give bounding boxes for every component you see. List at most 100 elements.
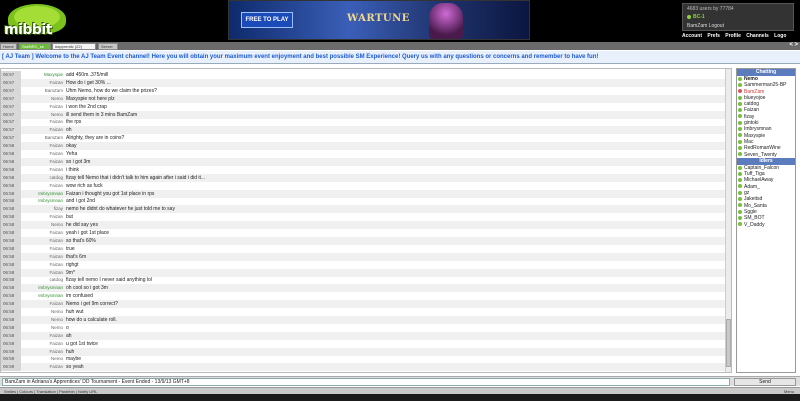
user-status-icon <box>738 120 742 125</box>
idlers-header: Idlers <box>737 157 795 165</box>
chat-row: 06:58 Nemo huh wut <box>1 308 725 316</box>
tab-home[interactable]: Home <box>0 43 17 50</box>
chat-nick[interactable]: Faizan <box>21 229 63 237</box>
user-list-item[interactable]: V_Daddy <box>737 222 795 228</box>
chat-message: that's 6m <box>66 253 87 260</box>
chat-message: Maxyspie not here plz <box>66 95 115 102</box>
chat-nick[interactable]: Faizan <box>21 332 63 340</box>
chat-nick[interactable]: Faizan <box>21 150 63 158</box>
nav-logo[interactable]: Logo <box>774 33 786 39</box>
chat-message: i won the 2nd crap <box>66 103 107 110</box>
chat-nick[interactable]: Faizan <box>21 126 63 134</box>
nav-profile[interactable]: Profile <box>725 33 741 39</box>
chat-row: 06:57 BamZam Uhm Nemo, how do we claim the… <box>1 86 725 95</box>
chat-nick[interactable]: Faizan <box>21 237 63 245</box>
chat-nick[interactable]: fizay <box>21 205 63 213</box>
chat-nick[interactable]: Faizan <box>21 348 63 356</box>
nav-prefs[interactable]: Prefs <box>707 33 720 39</box>
chat-row: 06:58 Faizan 9m* <box>1 268 725 277</box>
chat-timestamp: 06:58 <box>1 236 21 245</box>
chat-row: 06:57 Nemo ill send them in 3 mins BamZam <box>1 110 725 119</box>
chat-message: 9m* <box>66 269 75 276</box>
chat-nick[interactable]: Nemo <box>21 316 63 324</box>
chat-row: 06:58 Imbrysmnan oh cool so i got 3m <box>1 284 725 293</box>
chat-timestamp: 06:58 <box>1 260 21 269</box>
chat-nick[interactable]: Faizan <box>21 103 63 111</box>
user-name: MichaelAway <box>744 177 774 184</box>
chat-nick[interactable]: Imbrysmnan <box>21 197 63 205</box>
mibbit-logo[interactable]: mibbit <box>0 0 80 42</box>
chat-message: nemo he didnt do whatever he just told m… <box>66 206 175 213</box>
chat-nick[interactable]: Nemo <box>21 324 63 332</box>
chat-message: okay <box>66 143 77 150</box>
chat-nick[interactable]: Nemo <box>21 111 63 119</box>
tab-server[interactable]: Server <box>98 43 118 50</box>
chat-message: i think <box>66 166 80 173</box>
chat-nick[interactable]: Imbrysmnan <box>21 190 63 198</box>
chat-nick[interactable]: BamZam <box>21 87 63 95</box>
chat-message: oh <box>66 127 72 134</box>
chat-row: 06:58 Faizan yeah i got 1st place <box>1 229 725 237</box>
nav-channels[interactable]: Channels <box>746 33 769 39</box>
user-status-icon <box>738 82 742 87</box>
chat-nick[interactable]: Faizan <box>21 253 63 261</box>
user-name: Seven_Twenty <box>744 151 777 158</box>
tab-channel[interactable]: #apprentic (22) <box>52 43 96 50</box>
ad-character-image <box>429 3 463 39</box>
user-name: Jakeitsd <box>744 196 763 203</box>
chat-nick[interactable]: Nemo <box>21 221 63 229</box>
chat-message: so yeah <box>66 364 84 371</box>
chat-nick[interactable]: catdog <box>21 174 63 182</box>
chat-nick[interactable]: Faizan <box>21 182 63 190</box>
user-status-icon <box>738 108 742 113</box>
user-status-icon <box>738 171 742 176</box>
chat-scrollbar-thumb[interactable] <box>726 319 731 367</box>
chat-message: Nemo i get 9m correct? <box>66 301 118 308</box>
chat-timestamp: 06:58 <box>1 276 21 285</box>
message-input[interactable]: BamZam in Adriana's Apprentices' DD Tour… <box>2 378 730 386</box>
chat-nick[interactable]: Maxyspie <box>21 71 63 79</box>
top-header: mibbit FREE TO PLAY WARTUNE 4683 users b… <box>0 0 800 42</box>
user-status-icon <box>738 101 742 106</box>
chat-nick[interactable]: Faizan <box>21 245 63 253</box>
user-name: Maxyspie <box>744 132 766 139</box>
chat-nick[interactable]: Faizan <box>21 158 63 166</box>
bottom-bar <box>0 394 800 401</box>
chat-scrollbar[interactable] <box>725 69 731 372</box>
send-button[interactable]: Send <box>734 378 796 386</box>
tab-scroll-arrows[interactable]: < > <box>789 42 798 48</box>
nav-account[interactable]: Account <box>682 33 702 39</box>
chat-nick[interactable]: Faizan <box>21 79 63 87</box>
chat-timestamp: 06:58 <box>1 165 21 174</box>
chat-nick[interactable]: Faizan <box>21 340 63 348</box>
chat-nick[interactable]: Faizan <box>21 213 63 221</box>
chat-nick[interactable]: Nemo <box>21 95 63 103</box>
chat-nick[interactable]: catdog <box>21 276 63 284</box>
chat-nick[interactable]: Imbrysmnan <box>21 292 63 300</box>
chat-nick[interactable]: Faizan <box>21 166 63 174</box>
ad-banner[interactable]: FREE TO PLAY WARTUNE <box>228 0 530 40</box>
chat-nick[interactable]: Faizan <box>21 261 63 269</box>
chat-nick[interactable]: Nemo <box>21 355 63 363</box>
chat-message: so i got 3m <box>66 158 91 165</box>
chat-row: 06:58 Faizan Nemo i get 9m correct? <box>1 300 725 309</box>
chat-row: 06:59 Faizan so yeah <box>1 363 725 372</box>
chat-nick[interactable]: Faizan <box>21 118 63 126</box>
ad-free-to-play-button[interactable]: FREE TO PLAY <box>241 12 293 28</box>
chat-timestamp: 06:58 <box>1 252 21 261</box>
chat-nick[interactable]: Faizan <box>21 269 63 277</box>
chat-nick[interactable]: Imbrysmnan <box>21 284 63 292</box>
logout-link[interactable]: BamZam Logout <box>687 23 724 29</box>
server-label: BC-1 <box>693 14 705 20</box>
chat-nick[interactable]: Nemo <box>21 308 63 316</box>
chat-log[interactable]: 06:57 Maxyspie add 450m..375/mill 06:57 Faiz… <box>0 68 732 373</box>
chat-timestamp: 06:58 <box>1 157 21 166</box>
chat-nick[interactable]: Faizan <box>21 300 63 308</box>
idlers-list: Captain_Falcon Tuff_Tiga MichaelAway Adam_ g… <box>737 165 795 228</box>
chat-message: How do i get 30% ... <box>66 79 111 86</box>
chat-row: 06:58 Nemo how do u calculate roll. <box>1 315 725 324</box>
chat-nick[interactable]: Faizan <box>21 363 63 371</box>
chat-nick[interactable]: Faizan <box>21 142 63 150</box>
tab-server-network[interactable]: SwiftIRC_se <box>19 43 51 50</box>
chat-nick[interactable]: BamZam <box>21 134 63 142</box>
